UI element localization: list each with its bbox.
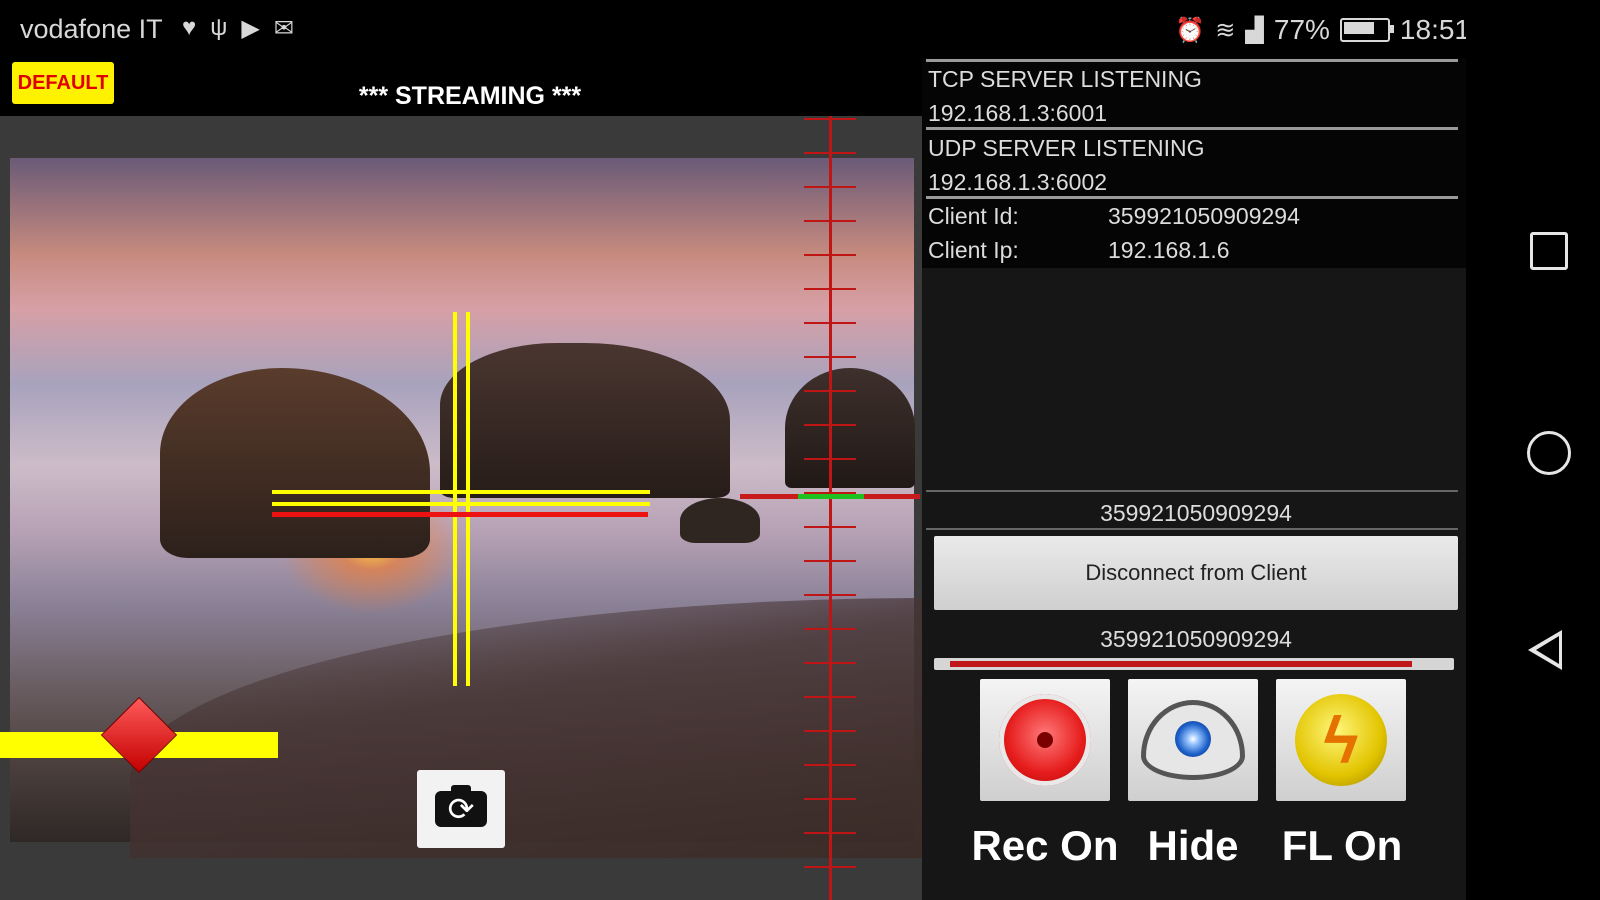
ruler-tick (804, 526, 856, 528)
alarm-icon: ⏰ (1175, 16, 1206, 44)
ruler-tick (804, 662, 856, 664)
ruler-tick (804, 560, 856, 562)
divider (926, 127, 1458, 130)
flash-button[interactable]: ϟ (1276, 679, 1406, 801)
ruler-tick (804, 730, 856, 732)
divider (926, 59, 1458, 62)
ruler-tick (804, 288, 856, 290)
connected-client-id: 359921050909294 (1100, 500, 1292, 526)
client-id-label: Client Id: (928, 203, 1019, 229)
tcp-address: 192.168.1.3:6001 (928, 100, 1108, 126)
hide-label: Hide (1147, 822, 1239, 869)
flash-icon: ϟ (1295, 694, 1387, 786)
ruler-tick (804, 594, 856, 596)
system-status: ⏰ ≋ ▟ 77% 18:51 (1175, 14, 1470, 46)
record-button[interactable] (980, 679, 1110, 801)
level-indicator-center (798, 494, 864, 499)
ruler-tick (804, 458, 856, 460)
rock (680, 498, 760, 543)
battery-icon (1339, 18, 1394, 42)
rock (160, 368, 430, 558)
switch-camera-button[interactable] (417, 770, 505, 848)
heart-icon: ♥ (182, 14, 197, 41)
mail-icon: ✉ (273, 15, 294, 42)
notification-icons: ♥ ψ ▶ ✉ (182, 14, 294, 43)
wifi-icon: ≋ (1215, 16, 1236, 44)
beach (130, 598, 922, 858)
ruler-tick (804, 186, 856, 188)
divider (926, 528, 1458, 530)
ruler-tick (804, 798, 856, 800)
recent-apps-icon[interactable] (1530, 232, 1568, 270)
carrier-name: vodafone IT (20, 14, 163, 44)
rock (440, 343, 730, 498)
home-icon[interactable] (1527, 431, 1571, 475)
crosshair-horizontal (272, 490, 650, 494)
level-indicator (272, 512, 648, 517)
ruler-tick (804, 866, 856, 868)
stream-progress (934, 658, 1454, 670)
rock (785, 368, 915, 488)
tcp-status-label: TCP SERVER LISTENING (928, 66, 1202, 92)
client-ip-value: 192.168.1.6 (1108, 237, 1230, 263)
divider (926, 490, 1458, 492)
flash-label: FL On (1281, 822, 1403, 869)
ruler-tick (804, 220, 856, 222)
record-icon (999, 694, 1091, 786)
stream-progress-fill (950, 661, 1412, 667)
record-label: Rec On (971, 822, 1119, 869)
ruler-tick (804, 152, 856, 154)
back-icon[interactable] (1528, 630, 1562, 670)
ruler-tick (804, 832, 856, 834)
ruler-tick (804, 764, 856, 766)
udp-address: 192.168.1.3:6002 (928, 169, 1108, 195)
ruler-tick (804, 424, 856, 426)
crosshair-vertical (466, 312, 470, 686)
clock: 18:51 (1399, 14, 1470, 45)
client-ip-label: Client Ip: (928, 237, 1019, 263)
stream-client-id: 359921050909294 (1100, 626, 1292, 652)
udp-status-label: UDP SERVER LISTENING (928, 135, 1205, 161)
status-bar: vodafone IT ♥ ψ ▶ ✉ ⏰ ≋ ▟ 77% 18:51 (0, 0, 1490, 62)
ruler-tick (804, 628, 856, 630)
client-id-value: 359921050909294 (1108, 203, 1300, 229)
divider (926, 196, 1458, 199)
crosshair-horizontal (272, 502, 650, 506)
streaming-title: *** STREAMING *** (358, 82, 582, 110)
media-icon: ▶ (241, 15, 260, 42)
usb-icon: ψ (210, 14, 228, 41)
ruler-tick (804, 118, 856, 120)
signal-icon: ▟ (1245, 16, 1264, 44)
ruler-tick (804, 696, 856, 698)
disconnect-button[interactable]: Disconnect from Client (934, 536, 1458, 610)
ruler-tick (804, 390, 856, 392)
battery-percent: 77% (1273, 14, 1330, 45)
ruler-tick (804, 254, 856, 256)
ruler-line (829, 116, 832, 900)
ruler-tick (804, 356, 856, 358)
eye-icon (1141, 700, 1245, 780)
hide-button[interactable] (1128, 679, 1258, 801)
crosshair-vertical (453, 312, 457, 686)
switch-camera-icon (435, 785, 487, 829)
ruler-tick (804, 322, 856, 324)
profile-badge[interactable]: DEFAULT (12, 62, 114, 104)
